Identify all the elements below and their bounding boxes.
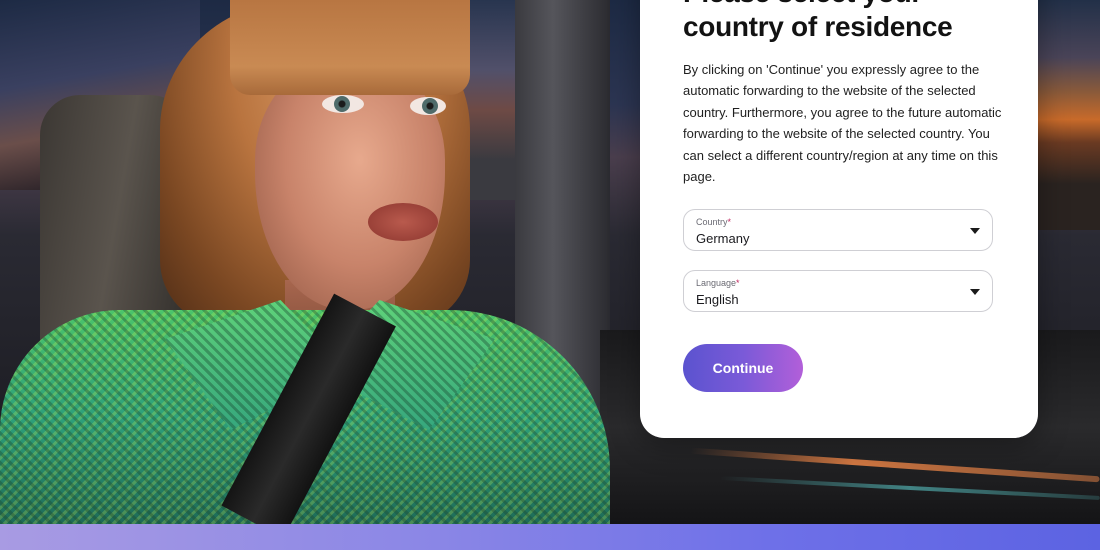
person-lips: [368, 203, 438, 241]
language-select[interactable]: Language* English: [683, 270, 993, 312]
person-eye-left: [322, 95, 364, 113]
country-select[interactable]: Country* Germany: [683, 209, 993, 251]
continue-button[interactable]: Continue: [683, 344, 803, 392]
modal-description: By clicking on 'Continue' you expressly …: [683, 62, 1002, 185]
bottom-gradient-band: [0, 524, 1100, 550]
caret-down-icon: [970, 228, 980, 234]
modal-title: Please select your country of residence: [683, 0, 953, 42]
country-value: Germany: [696, 231, 750, 246]
person-eye-right: [410, 97, 446, 115]
required-mark: *: [736, 278, 740, 288]
country-label: Country*: [696, 217, 732, 227]
caret-down-icon: [970, 289, 980, 295]
country-selection-modal: Please select your country of residence …: [640, 0, 1038, 438]
required-mark: *: [727, 217, 732, 227]
language-value: English: [696, 292, 739, 307]
language-label: Language*: [696, 278, 740, 288]
person-bangs: [230, 0, 470, 95]
